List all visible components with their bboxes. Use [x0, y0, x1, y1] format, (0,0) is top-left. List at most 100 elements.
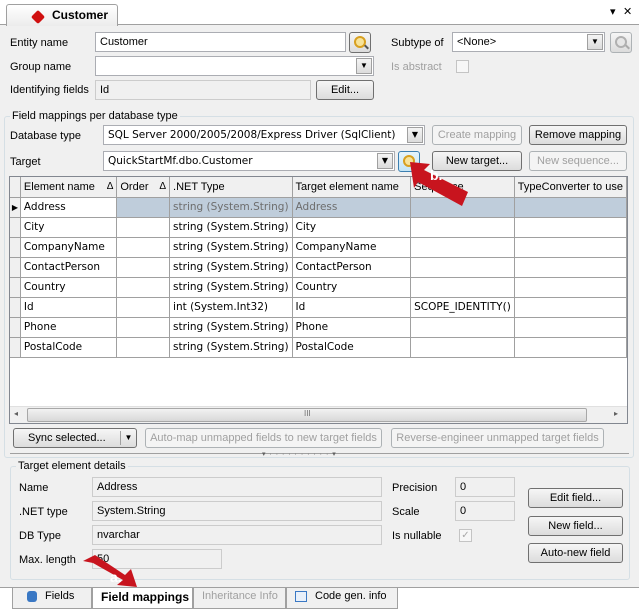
cell-net-type[interactable]: string (System.String)	[169, 217, 293, 238]
cell-converter[interactable]	[514, 297, 627, 318]
auto-new-field-button[interactable]: Auto-new field	[528, 543, 623, 563]
new-sequence-button[interactable]: New sequence...	[529, 151, 627, 171]
tab-inheritance-info[interactable]: Inheritance Info	[193, 588, 286, 609]
cell-sequence[interactable]	[410, 237, 515, 258]
cell-converter[interactable]	[514, 257, 627, 278]
create-mapping-button[interactable]: Create mapping	[432, 125, 522, 145]
cell-net-type[interactable]: string (System.String)	[169, 197, 293, 218]
table-row[interactable]: ▶ Address string (System.String) Address	[10, 197, 627, 218]
reverse-engineer-button[interactable]: Reverse-engineer unmapped target fields	[391, 428, 604, 448]
remove-mapping-button[interactable]: Remove mapping	[529, 125, 627, 145]
column-header-target-element-name[interactable]: Target element name	[292, 177, 412, 198]
row-header[interactable]	[10, 317, 21, 338]
database-type-combobox[interactable]: SQL Server 2000/2005/2008/Express Driver…	[103, 125, 425, 145]
scrollbar-thumb[interactable]: III	[27, 408, 587, 422]
cell-element[interactable]: Country	[20, 277, 118, 298]
row-header[interactable]	[10, 297, 21, 318]
cell-net-type[interactable]: string (System.String)	[169, 237, 293, 258]
entity-name-input[interactable]: Customer	[95, 32, 346, 52]
cell-order[interactable]	[116, 277, 171, 298]
scroll-left-icon[interactable]: ◂	[14, 409, 18, 418]
chevron-down-icon[interactable]: ▼	[356, 58, 372, 74]
row-header[interactable]	[10, 277, 21, 298]
cell-element[interactable]: ContactPerson	[20, 257, 118, 278]
cell-target[interactable]: PostalCode	[292, 337, 412, 358]
is-nullable-checkbox[interactable]: ✓	[459, 529, 472, 542]
subtype-of-combobox[interactable]: <None> ▼	[452, 32, 605, 52]
cell-net-type[interactable]: string (System.String)	[169, 317, 293, 338]
cell-target[interactable]: Id	[292, 297, 412, 318]
cell-net-type[interactable]: string (System.String)	[169, 277, 293, 298]
cell-net-type[interactable]: string (System.String)	[169, 257, 293, 278]
cell-order[interactable]	[116, 237, 171, 258]
cell-order[interactable]	[116, 257, 171, 278]
browse-entity-button[interactable]	[349, 32, 371, 53]
row-header[interactable]: ▶	[10, 197, 21, 218]
cell-element[interactable]: City	[20, 217, 118, 238]
cell-element[interactable]: Id	[20, 297, 118, 318]
cell-converter[interactable]	[514, 337, 627, 358]
table-row[interactable]: Phone string (System.String) Phone	[10, 317, 627, 338]
chevron-down-icon[interactable]: ▼	[377, 153, 393, 169]
new-field-button[interactable]: New field...	[528, 516, 623, 536]
cell-order[interactable]	[116, 197, 171, 218]
automap-button[interactable]: Auto-map unmapped fields to new target f…	[145, 428, 382, 448]
column-header-element-name[interactable]: Element name Δ	[20, 177, 118, 198]
edit-field-button[interactable]: Edit field...	[528, 488, 623, 508]
doc-tab-customer[interactable]: Customer	[6, 4, 118, 26]
row-header[interactable]	[10, 257, 21, 278]
row-header[interactable]	[10, 337, 21, 358]
cell-order[interactable]	[116, 337, 171, 358]
cell-sequence[interactable]	[410, 277, 515, 298]
cell-sequence[interactable]	[410, 337, 515, 358]
field-mappings-grid[interactable]: Element name Δ Order Δ .NET Type Target el…	[9, 176, 628, 424]
cell-element[interactable]: PostalCode	[20, 337, 118, 358]
column-header-typeconverter[interactable]: TypeConverter to use	[514, 177, 627, 198]
sync-selected-split-button[interactable]: Sync selected... ▼	[13, 428, 137, 448]
edit-identifying-fields-button[interactable]: Edit...	[316, 80, 374, 100]
cell-target[interactable]: CompanyName	[292, 237, 412, 258]
cell-target[interactable]: Phone	[292, 317, 412, 338]
cell-converter[interactable]	[514, 197, 627, 218]
scroll-right-icon[interactable]: ▸	[614, 409, 618, 418]
cell-sequence[interactable]	[410, 257, 515, 278]
cell-target[interactable]: Country	[292, 277, 412, 298]
table-row[interactable]: Country string (System.String) Country	[10, 277, 627, 298]
cell-target[interactable]: ContactPerson	[292, 257, 412, 278]
chevron-down-icon[interactable]: ▼	[407, 127, 423, 143]
cell-converter[interactable]	[514, 237, 627, 258]
tab-field-mappings[interactable]: Field mappings	[92, 588, 193, 609]
table-row[interactable]: CompanyName string (System.String) Company…	[10, 237, 627, 258]
target-combobox[interactable]: QuickStartMf.dbo.Customer ▼	[103, 151, 395, 171]
cell-sequence[interactable]	[410, 217, 515, 238]
horizontal-scrollbar[interactable]: ◂ III ▸	[10, 406, 627, 423]
group-name-combobox[interactable]: ▼	[95, 56, 374, 76]
cell-net-type[interactable]: string (System.String)	[169, 337, 293, 358]
tab-fields[interactable]: Fields	[12, 588, 92, 609]
tab-code-gen-info[interactable]: Code gen. info	[286, 588, 398, 609]
cell-element[interactable]: Phone	[20, 317, 118, 338]
splitter-handle[interactable]: ▾ · · · · · · · · · · ▾	[262, 451, 382, 458]
tab-list-dropdown-icon[interactable]: ▾	[610, 5, 616, 18]
cell-element[interactable]: Address	[20, 197, 118, 218]
cell-sequence[interactable]: SCOPE_IDENTITY()	[410, 297, 515, 318]
table-row[interactable]: City string (System.String) City	[10, 217, 627, 238]
table-row[interactable]: Id int (System.Int32) Id SCOPE_IDENTITY()	[10, 297, 627, 318]
cell-target[interactable]: Address	[292, 197, 412, 218]
cell-converter[interactable]	[514, 317, 627, 338]
browse-subtype-button[interactable]	[610, 32, 632, 53]
row-header[interactable]	[10, 217, 21, 238]
cell-order[interactable]	[116, 217, 171, 238]
table-row[interactable]: ContactPerson string (System.String) Conta…	[10, 257, 627, 278]
is-abstract-checkbox[interactable]	[456, 60, 469, 73]
cell-converter[interactable]	[514, 277, 627, 298]
chevron-down-icon[interactable]: ▼	[120, 431, 136, 445]
cell-order[interactable]	[116, 297, 171, 318]
chevron-down-icon[interactable]: ▼	[587, 34, 603, 50]
cell-net-type[interactable]: int (System.Int32)	[169, 297, 293, 318]
table-row[interactable]: PostalCode string (System.String) PostalCo…	[10, 337, 627, 358]
cell-element[interactable]: CompanyName	[20, 237, 118, 258]
cell-converter[interactable]	[514, 217, 627, 238]
column-header-order[interactable]: Order Δ	[116, 177, 171, 198]
row-header[interactable]	[10, 237, 21, 258]
